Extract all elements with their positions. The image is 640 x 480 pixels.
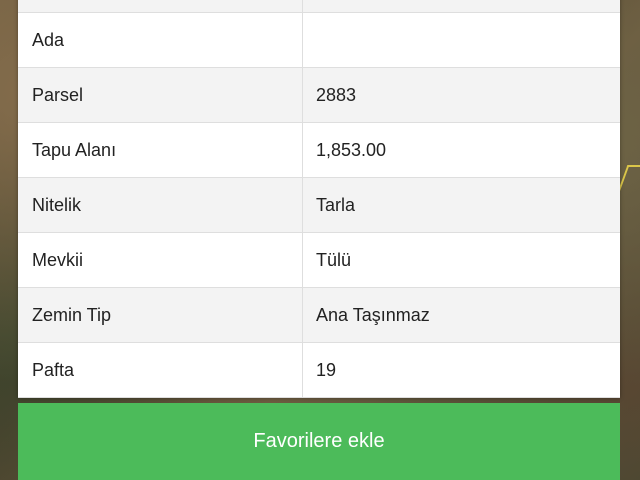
row-label: Mevkii [18, 233, 303, 287]
table-row-zemin-tip: Zemin Tip Ana Taşınmaz [18, 288, 620, 343]
table-row-ada: Ada [18, 13, 620, 68]
row-value: Ana Taşınmaz [316, 304, 430, 325]
table-row-nitelik: Nitelik Tarla [18, 178, 620, 233]
row-label: Pafta [18, 343, 303, 397]
row-value: 2883 [316, 84, 357, 105]
row-label: Parsel [18, 68, 303, 122]
row-label: Tapu Alanı [18, 123, 303, 177]
table-row [18, 0, 620, 13]
row-value: 1,853.00 [316, 139, 387, 160]
table-row-pafta: Pafta 19 [18, 343, 620, 398]
table-row-parsel: Parsel 2883 [18, 68, 620, 123]
row-value [303, 13, 620, 67]
row-value: Tarla [316, 194, 356, 215]
row-value: 19 [316, 359, 337, 380]
row-value [303, 0, 620, 12]
row-label [18, 0, 303, 12]
parcel-info-table: Ada Parsel 2883 Tapu Alanı 1,853.00 Nite… [18, 0, 620, 398]
row-label: Nitelik [18, 178, 303, 232]
row-label: Zemin Tip [18, 288, 303, 342]
row-value: Tülü [316, 249, 352, 270]
table-row-mevkii: Mevkii Tülü [18, 233, 620, 288]
table-row-tapu-alani: Tapu Alanı 1,853.00 [18, 123, 620, 178]
row-label: Ada [18, 13, 303, 67]
add-to-favorites-button[interactable]: Favorilere ekle [18, 403, 620, 480]
